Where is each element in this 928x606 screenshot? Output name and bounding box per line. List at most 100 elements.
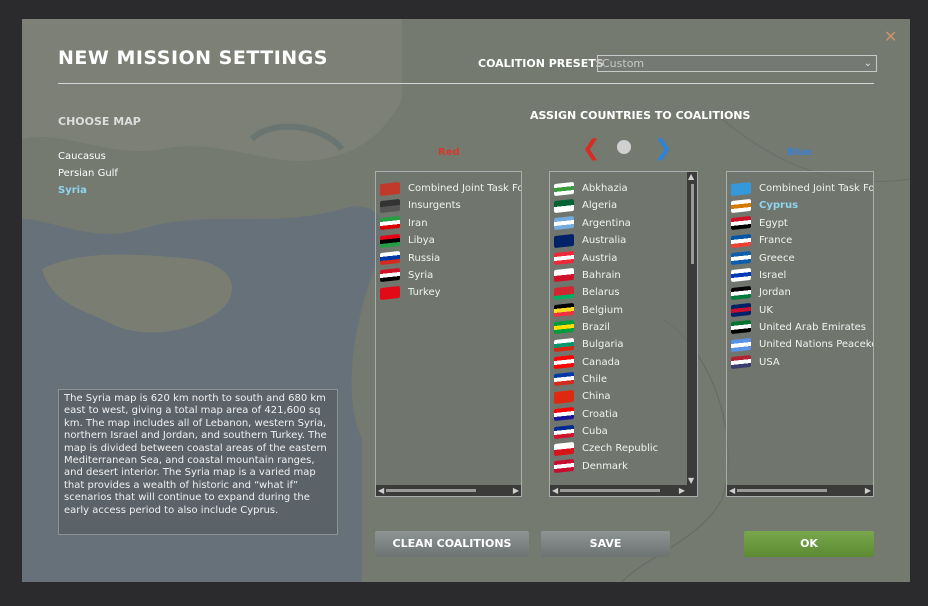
mission-settings-window: NEW MISSION SETTINGS ✕ COALITION PRESETS…	[22, 19, 910, 582]
country-name: Cuba	[582, 426, 608, 438]
map-item-caucasus[interactable]: Caucasus	[58, 151, 106, 162]
map-item-persian-gulf[interactable]: Persian Gulf	[58, 168, 118, 179]
neutral-horizontal-scrollbar[interactable]: ◀ ▶	[550, 485, 697, 496]
neutral-country-row[interactable]: Canada	[554, 354, 620, 371]
red-coalition-list[interactable]: ◀ ▶ Combined Joint Task Fo Insurgents Iran…	[375, 171, 522, 497]
flag-icon	[731, 320, 751, 335]
neutral-country-row[interactable]: Croatia	[554, 406, 618, 423]
flag-icon	[554, 303, 574, 318]
neutral-vertical-scrollbar[interactable]: ▲ ▼	[687, 172, 697, 485]
country-name: Egypt	[759, 217, 788, 229]
red-country-row[interactable]: Libya	[380, 232, 435, 249]
neutral-country-row[interactable]: Abkhazia	[554, 180, 628, 197]
scroll-left-icon[interactable]: ◀	[378, 486, 384, 495]
scroll-left-icon[interactable]: ◀	[552, 486, 558, 495]
blue-country-row[interactable]: Combined Joint Task Fo	[731, 180, 873, 197]
blue-country-row[interactable]: France	[731, 232, 792, 249]
scroll-right-icon[interactable]: ▶	[679, 486, 685, 495]
country-name: USA	[759, 356, 780, 368]
move-to-neutral-button[interactable]	[617, 140, 631, 154]
country-name: China	[582, 391, 611, 403]
coalition-presets-select[interactable]: Custom ⌄	[597, 55, 877, 72]
red-horizontal-scrollbar[interactable]: ◀ ▶	[376, 485, 521, 496]
save-button[interactable]: SAVE	[541, 531, 670, 557]
flag-icon	[554, 459, 574, 474]
country-name: Chile	[582, 373, 608, 385]
map-item-syria[interactable]: Syria	[58, 185, 87, 196]
neutral-countries-list[interactable]: ▲ ▼ ◀ ▶ Abkhazia Algeria Argentina Australi…	[549, 171, 698, 497]
scroll-left-icon[interactable]: ◀	[729, 486, 735, 495]
blue-country-row[interactable]: United Nations Peaceke	[731, 336, 873, 353]
country-name: Czech Republic	[582, 443, 659, 455]
flag-icon	[554, 424, 574, 439]
neutral-country-row[interactable]: Algeria	[554, 197, 617, 214]
country-name: Israel	[759, 269, 787, 281]
blue-country-row[interactable]: Israel	[731, 267, 786, 284]
neutral-country-row[interactable]: Chile	[554, 371, 607, 388]
blue-country-row[interactable]: Egypt	[731, 215, 788, 232]
scroll-thumb[interactable]	[560, 489, 660, 492]
blue-coalition-list[interactable]: ◀ ▶ Combined Joint Task Fo Cyprus Egypt Fra…	[726, 171, 874, 497]
flag-icon	[380, 268, 400, 283]
blue-country-row[interactable]: USA	[731, 354, 780, 371]
red-country-row[interactable]: Insurgents	[380, 197, 461, 214]
scroll-thumb[interactable]	[386, 489, 476, 492]
flag-icon	[731, 181, 751, 196]
neutral-country-row[interactable]: Denmark	[554, 458, 628, 475]
country-name: Algeria	[582, 200, 618, 212]
country-name: Croatia	[582, 408, 618, 420]
move-to-blue-arrow-icon[interactable]: ❯	[654, 136, 672, 161]
blue-country-row[interactable]: Greece	[731, 249, 795, 266]
neutral-country-row[interactable]: Czech Republic	[554, 440, 658, 457]
red-country-row[interactable]: Iran	[380, 215, 428, 232]
country-name: Cyprus	[759, 200, 799, 212]
neutral-country-row[interactable]: Bahrain	[554, 267, 621, 284]
neutral-country-row[interactable]: Cuba	[554, 423, 608, 440]
neutral-country-row[interactable]: Belarus	[554, 284, 620, 301]
scroll-right-icon[interactable]: ▶	[865, 486, 871, 495]
neutral-country-row[interactable]: China	[554, 388, 611, 405]
clean-coalitions-button[interactable]: CLEAN COALITIONS	[375, 531, 529, 557]
country-name: Bahrain	[582, 269, 621, 281]
close-icon[interactable]: ✕	[884, 27, 897, 46]
flag-icon	[380, 250, 400, 266]
neutral-country-row[interactable]: Argentina	[554, 215, 631, 232]
scroll-thumb[interactable]	[691, 184, 694, 264]
flag-icon	[731, 198, 751, 214]
neutral-country-row[interactable]: Bulgaria	[554, 336, 623, 353]
red-country-row[interactable]: Russia	[380, 249, 440, 266]
flag-icon	[731, 250, 751, 266]
blue-country-row[interactable]: Cyprus	[731, 197, 798, 214]
scroll-down-icon[interactable]: ▼	[688, 476, 694, 485]
flag-icon	[554, 233, 574, 248]
assign-countries-label: ASSIGN COUNTRIES TO COALITIONS	[530, 109, 751, 122]
country-name: Brazil	[582, 321, 610, 333]
country-name: Combined Joint Task Fo	[408, 183, 522, 195]
ok-button[interactable]: OK	[744, 531, 874, 557]
country-name: Insurgents	[408, 200, 461, 212]
red-country-row[interactable]: Combined Joint Task Fo	[380, 180, 522, 197]
neutral-country-row[interactable]: Austria	[554, 249, 617, 266]
country-name: Turkey	[408, 287, 441, 299]
blue-country-row[interactable]: Jordan	[731, 284, 791, 301]
blue-country-row[interactable]: UK	[731, 301, 773, 318]
red-country-row[interactable]: Syria	[380, 267, 433, 284]
flag-icon	[554, 337, 574, 352]
flag-icon	[380, 181, 400, 196]
flag-icon	[554, 407, 574, 422]
blue-country-row[interactable]: United Arab Emirates	[731, 319, 866, 336]
blue-horizontal-scrollbar[interactable]: ◀ ▶	[727, 485, 873, 496]
neutral-country-row[interactable]: Brazil	[554, 319, 610, 336]
flag-icon	[380, 216, 400, 231]
move-to-red-arrow-icon[interactable]: ❮	[582, 136, 600, 161]
scroll-thumb[interactable]	[737, 489, 827, 492]
scroll-right-icon[interactable]: ▶	[513, 486, 519, 495]
country-name: Austria	[582, 252, 618, 264]
neutral-country-row[interactable]: Australia	[554, 232, 626, 249]
neutral-country-row[interactable]: Belgium	[554, 301, 623, 318]
scroll-up-icon[interactable]: ▲	[688, 172, 694, 181]
flag-icon	[731, 216, 751, 231]
red-country-row[interactable]: Turkey	[380, 284, 441, 301]
flag-icon	[554, 250, 574, 266]
flag-icon	[554, 268, 574, 283]
